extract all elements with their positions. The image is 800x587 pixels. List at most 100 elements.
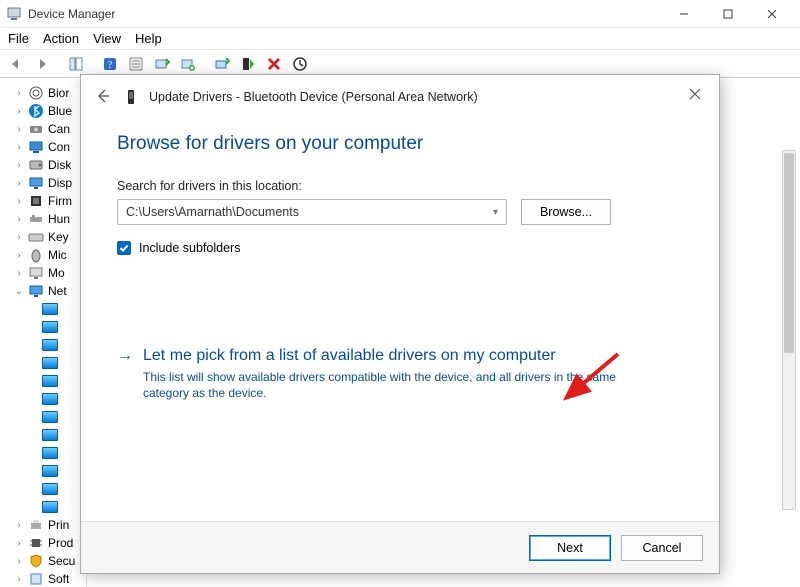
nav-back-button[interactable] bbox=[4, 53, 28, 75]
dialog-heading: Browse for drivers on your computer bbox=[117, 133, 683, 155]
tree-item-label: Can bbox=[48, 122, 70, 136]
print-icon bbox=[28, 517, 44, 533]
pick-from-list-option[interactable]: → Let me pick from a list of available d… bbox=[117, 345, 683, 401]
chevron-right-icon: › bbox=[14, 196, 24, 207]
scan-changes-button[interactable] bbox=[288, 53, 312, 75]
search-location-label: Search for drivers in this location: bbox=[117, 179, 683, 193]
device-tree[interactable]: ›Bior›Blue›Can›Con›Disk›Disp›Firm›Hun›Ke… bbox=[0, 78, 86, 587]
network-adapter-icon bbox=[42, 357, 58, 369]
app-icon bbox=[6, 6, 22, 22]
update-driver-button[interactable] bbox=[210, 53, 234, 75]
dialog-back-button[interactable] bbox=[93, 88, 113, 107]
include-subfolders-label[interactable]: Include subfolders bbox=[139, 241, 240, 255]
update-drivers-dialog: Update Drivers - Bluetooth Device (Perso… bbox=[80, 74, 720, 574]
network-adapter-icon bbox=[42, 321, 58, 333]
tree-item-label: Key bbox=[48, 230, 69, 244]
svg-text:?: ? bbox=[108, 60, 113, 71]
driver-path-value: C:\Users\Amarnath\Documents bbox=[126, 205, 299, 219]
minimize-button[interactable] bbox=[662, 0, 706, 28]
chevron-right-icon: › bbox=[14, 574, 24, 585]
chevron-right-icon: › bbox=[14, 268, 24, 279]
tree-item[interactable]: › Firm bbox=[14, 192, 86, 210]
bluetooth-icon bbox=[28, 103, 44, 119]
include-subfolders-checkbox[interactable] bbox=[117, 241, 131, 255]
tree-item[interactable]: ›Prin bbox=[14, 516, 86, 534]
tree-item[interactable]: › Bior bbox=[14, 84, 86, 102]
network-adapter-icon bbox=[42, 411, 58, 423]
network-adapter-icon bbox=[42, 447, 58, 459]
chevron-right-icon: › bbox=[14, 178, 24, 189]
network-adapter-icon bbox=[42, 375, 58, 387]
cancel-button[interactable]: Cancel bbox=[621, 535, 703, 561]
dialog-title: Update Drivers - Bluetooth Device (Perso… bbox=[149, 90, 478, 104]
menu-file[interactable]: File bbox=[8, 31, 29, 46]
tree-item[interactable]: › Soft bbox=[14, 570, 86, 587]
maximize-button[interactable] bbox=[706, 0, 750, 28]
help-button[interactable]: ? bbox=[98, 53, 122, 75]
next-button[interactable]: Next bbox=[529, 535, 611, 561]
network-adapter-icon bbox=[42, 303, 58, 315]
menu-help[interactable]: Help bbox=[135, 31, 162, 46]
biometric-icon bbox=[28, 85, 44, 101]
vertical-scrollbar[interactable] bbox=[782, 150, 796, 510]
dialog-footer: Next Cancel bbox=[81, 521, 719, 573]
keyboard-icon bbox=[28, 229, 44, 245]
network-adapter-icon bbox=[42, 429, 58, 441]
chevron-right-icon: › bbox=[14, 88, 24, 99]
network-adapter-icon bbox=[42, 501, 58, 513]
tree-item[interactable]: ›Blue bbox=[14, 102, 86, 120]
network-adapter-icon bbox=[42, 465, 58, 477]
add-legacy-button[interactable] bbox=[176, 53, 200, 75]
network-icon bbox=[28, 283, 44, 299]
dialog-header: Update Drivers - Bluetooth Device (Perso… bbox=[81, 75, 719, 119]
pick-from-list-title: Let me pick from a list of available dri… bbox=[143, 345, 663, 367]
tree-item-label: Firm bbox=[48, 194, 72, 208]
menubar: File Action View Help bbox=[0, 28, 800, 50]
show-hide-tree-button[interactable] bbox=[64, 53, 88, 75]
network-adapter-icon bbox=[42, 483, 58, 495]
close-button[interactable] bbox=[750, 0, 794, 28]
uninstall-device-button[interactable] bbox=[262, 53, 286, 75]
tree-item-label: Mic bbox=[48, 248, 67, 262]
tree-item[interactable]: › Mic bbox=[14, 246, 86, 264]
display-icon bbox=[28, 175, 44, 191]
tree-item-label: Hun bbox=[48, 212, 70, 226]
window-title: Device Manager bbox=[28, 7, 115, 21]
arrow-right-icon: → bbox=[117, 345, 133, 367]
tree-item[interactable]: ›Hun bbox=[14, 210, 86, 228]
tree-item[interactable]: › Mo bbox=[14, 264, 86, 282]
device-icon bbox=[123, 89, 139, 105]
tree-item[interactable]: ⌄ Net bbox=[14, 282, 86, 300]
tree-item[interactable]: ›Key bbox=[14, 228, 86, 246]
tree-item-label: Bior bbox=[48, 86, 69, 100]
tree-item[interactable]: ›Can bbox=[14, 120, 86, 138]
disable-device-button[interactable] bbox=[236, 53, 260, 75]
tree-item[interactable]: ›Disp bbox=[14, 174, 86, 192]
tree-item-label: Mo bbox=[48, 266, 65, 280]
titlebar: Device Manager bbox=[0, 0, 800, 28]
hid-icon bbox=[28, 211, 44, 227]
scrollbar-thumb[interactable] bbox=[784, 153, 794, 353]
network-adapter-icon bbox=[42, 393, 58, 405]
scan-hardware-button[interactable] bbox=[150, 53, 174, 75]
tree-item-label: Soft bbox=[48, 572, 69, 586]
chevron-down-icon: ⌄ bbox=[14, 286, 24, 297]
browse-button[interactable]: Browse... bbox=[521, 199, 611, 225]
tree-item[interactable]: ›Secu bbox=[14, 552, 86, 570]
chevron-right-icon: › bbox=[14, 160, 24, 171]
security-icon bbox=[28, 553, 44, 569]
properties-button[interactable] bbox=[124, 53, 148, 75]
nav-forward-button[interactable] bbox=[30, 53, 54, 75]
tree-item[interactable]: ›Disk bbox=[14, 156, 86, 174]
menu-action[interactable]: Action bbox=[43, 31, 79, 46]
chevron-right-icon: › bbox=[14, 250, 24, 261]
driver-path-combo[interactable]: C:\Users\Amarnath\Documents ▾ bbox=[117, 199, 507, 225]
tree-item[interactable]: ›Con bbox=[14, 138, 86, 156]
network-adapter-icon bbox=[42, 339, 58, 351]
tree-item[interactable]: ›Prod bbox=[14, 534, 86, 552]
dialog-close-button[interactable] bbox=[681, 83, 709, 105]
chevron-right-icon: › bbox=[14, 556, 24, 567]
computer-icon bbox=[28, 139, 44, 155]
tree-item-label: Net bbox=[48, 284, 67, 298]
menu-view[interactable]: View bbox=[93, 31, 121, 46]
